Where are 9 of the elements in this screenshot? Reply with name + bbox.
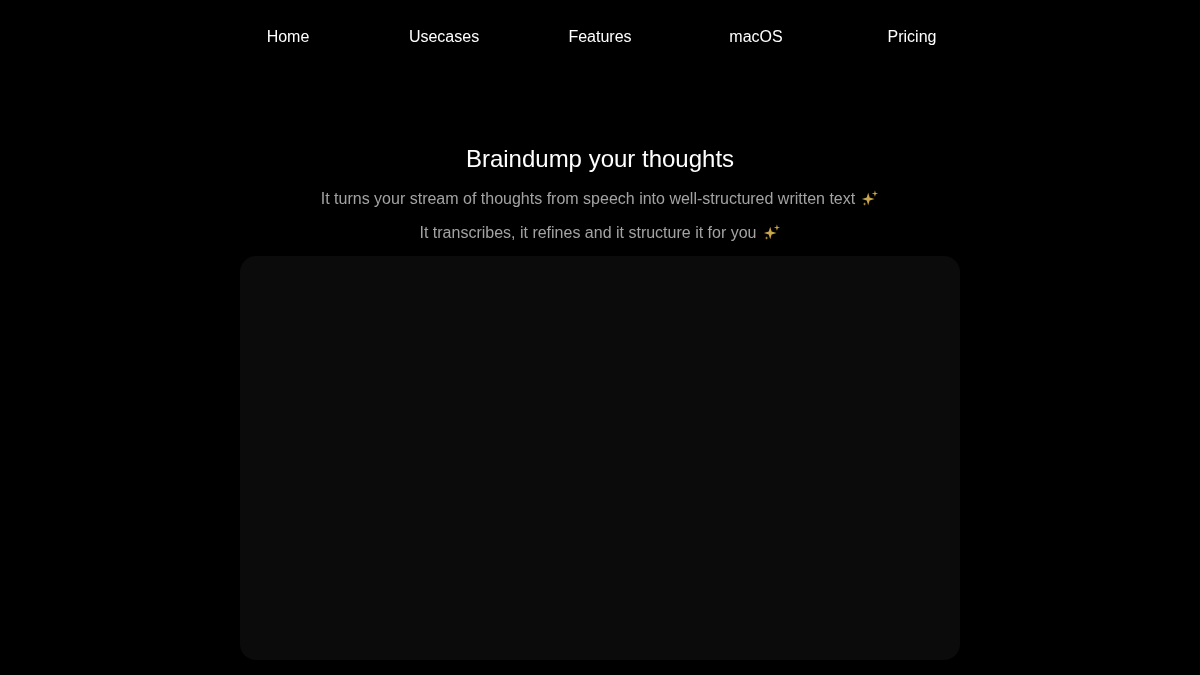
nav-link[interactable]: Pricing: [887, 26, 937, 60]
subtitle-text: It turns your stream of thoughts from speech into well-structured written text: [320, 189, 856, 209]
nav-link[interactable]: macOS: [729, 26, 783, 60]
nav-link[interactable]: Features: [568, 26, 632, 60]
sparkles-icon: [861, 190, 880, 208]
nav-link[interactable]: Usecases: [408, 26, 480, 60]
subtitle-text: It transcribes, it refines and it structure it for you: [419, 223, 757, 243]
hero-heading: Braindump your thoughts: [465, 144, 735, 174]
nav-link[interactable]: Home: [266, 26, 310, 60]
